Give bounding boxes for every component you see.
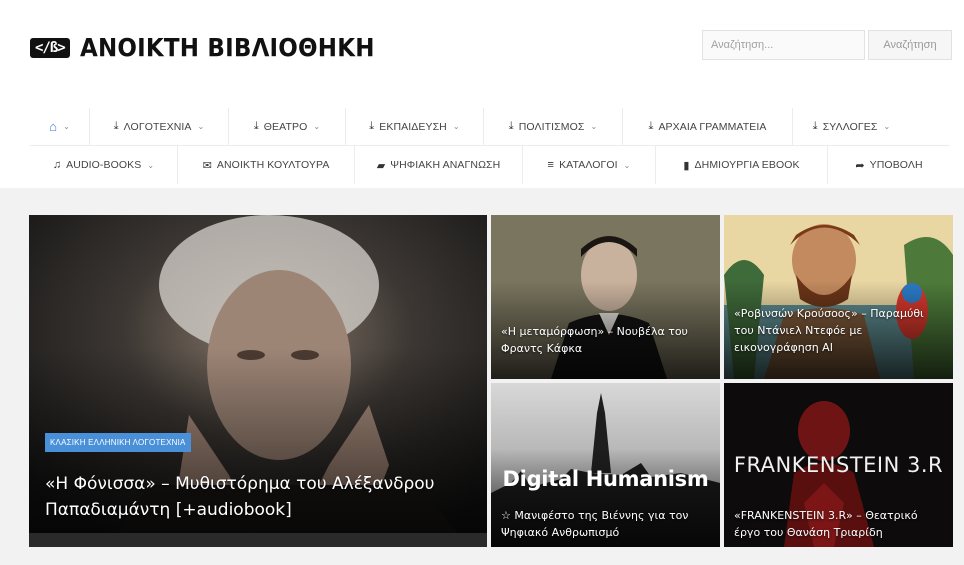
tile-bottom-bar [29,533,487,547]
image-caption-text: Digital Humanism [502,467,709,491]
download-icon: ⤓ [508,120,514,132]
featured-main-tile[interactable]: ΚΛΑΣΙΚΗ ΕΛΛΗΝΙΚΗ ΛΟΓΟΤΕΧΝΙΑ «Η Φόνισσα» … [29,215,487,547]
nav-item-label: ΛΟΓΟΤΕΧΝΙΑ [123,120,192,133]
site-header: </ß> ΑΝΟΙΚΤΗ ΒΙΒΛΙΟΘΗΚΗ Αναζήτηση [0,0,964,100]
nav-row-secondary: ♫ AUDIO-BOOKS ⌄ ✉ ΑΝΟΙΚΤΗ ΚΟΥΛΤΟΥΡΑ ▰ ΨΗΦΙΑΚ… [30,146,950,184]
nav-item-theatre[interactable]: ⤓ ΘΕΑΤΡΟ ⌄ [229,108,346,145]
site-title[interactable]: ΑΝΟΙΚΤΗ ΒΙΒΛΙΟΘΗΚΗ [80,33,375,62]
nav-item-label: ΠΟΛΙΤΙΣΜΟΣ [518,120,585,133]
chevron-down-icon: ⌄ [147,160,155,170]
image-caption-text: FRANKENSTEIN 3.R [733,453,944,477]
featured-tile-metamorphosis[interactable]: «Η μεταμόρφωση» – Νουβέλα του Φραντς Κάφ… [491,215,720,379]
nav-item-culture[interactable]: ⤓ ΠΟΛΙΤΙΣΜΟΣ ⌄ [484,108,623,145]
logo-badge: </ß> [30,37,70,58]
nav-item-label: ΣΥΛΛΟΓΕΣ [822,120,878,133]
tile-title[interactable]: ☆ Μανιφέστο της Βιέννης για τον Ψηφιακό … [501,507,710,541]
featured-grid: ΚΛΑΣΙΚΗ ΕΛΛΗΝΙΚΗ ΛΟΓΟΤΕΧΝΙΑ «Η Φόνισσα» … [29,215,953,547]
nav-item-label: ΥΠΟΒΟΛΗ [869,159,923,171]
download-icon: ⤓ [113,120,119,132]
nav-item-education[interactable]: ⤓ ΕΚΠΑΙΔΕΥΣΗ ⌄ [346,108,484,145]
nav-item-label: AUDIO-BOOKS [66,159,142,171]
nav-item-label: ΑΡΧΑΙΑ ΓΡΑΜΜΑΤΕΙΑ [658,120,767,133]
headphones-icon: ♫ [52,159,62,171]
home-icon: ⌂ [49,119,58,134]
nav-item-ancient-literature[interactable]: ⤓ ΑΡΧΑΙΑ ΓΡΑΜΜΑΤΕΙΑ [623,108,793,145]
list-icon: ≡ [547,159,555,171]
nav-item-catalogues[interactable]: ≡ ΚΑΤΑΛΟΓΟΙ ⌄ [523,146,656,184]
tile-title[interactable]: «Η μεταμόρφωση» – Νουβέλα του Φραντς Κάφ… [501,323,710,357]
nav-item-collections[interactable]: ⤓ ΣΥΛΛΟΓΕΣ ⌄ [793,108,910,145]
nav-item-label: ΑΝΟΙΚΤΗ ΚΟΥΛΤΟΥΡΑ [216,159,330,171]
featured-main-title[interactable]: «Η Φόνισσα» – Μυθιστόρημα του Αλέξανδρου… [45,471,477,523]
nav-row-primary: ⌂ ⌄ ⤓ ΛΟΓΟΤΕΧΝΙΑ ⌄ ⤓ ΘΕΑΤΡΟ ⌄ ⤓ ΕΚΠΑΙΔΕΥΣΗ ⌄ ⤓ Π… [30,108,950,146]
nav-item-create-ebook[interactable]: ▮ ΔΗΜΙΟΥΡΓΙΑ EBOOK [656,146,828,184]
nav-item-digital-reading[interactable]: ▰ ΨΗΦΙΑΚΗ ΑΝΑΓΝΩΣΗ [355,146,523,184]
file-icon: ▮ [683,159,690,172]
search-input[interactable] [702,30,865,60]
chevron-down-icon: ⌄ [452,122,460,131]
site-logo[interactable]: </ß> ΑΝΟΙΚΤΗ ΒΙΒΛΙΟΘΗΚΗ [30,33,400,62]
chevron-down-icon: ⌄ [883,122,891,131]
tile-title[interactable]: «FRANKENSTEIN 3.R» – Θεατρικό έργο του Θ… [734,507,943,541]
book-icon: ▰ [376,159,386,172]
chat-icon: ✉ [202,159,212,172]
chevron-down-icon: ⌄ [623,160,631,170]
download-icon: ⤓ [812,120,818,132]
search-button[interactable]: Αναζήτηση [868,30,952,60]
featured-tile-frankenstein[interactable]: FRANKENSTEIN 3.R «FRANKENSTEIN 3.R» – Θε… [724,383,953,547]
nav-item-audiobooks[interactable]: ♫ AUDIO-BOOKS ⌄ [30,146,178,184]
featured-tile-digital-humanism[interactable]: Digital Humanism ☆ Μανιφέστο της Βιέννης… [491,383,720,547]
chevron-down-icon: ⌄ [197,122,205,131]
nav-item-label: ΕΚΠΑΙΔΕΥΣΗ [379,120,447,133]
download-icon: ⤓ [369,120,375,132]
nav-item-label: ΔΗΜΙΟΥΡΓΙΑ EBOOK [694,159,800,171]
share-icon: ➦ [855,159,865,172]
category-badge[interactable]: ΚΛΑΣΙΚΗ ΕΛΛΗΝΙΚΗ ΛΟΓΟΤΕΧΝΙΑ [45,433,191,452]
nav-item-submit[interactable]: ➦ ΥΠΟΒΟΛΗ [828,146,950,184]
chevron-down-icon: ⌄ [63,122,70,131]
download-icon: ⤓ [253,120,259,132]
nav-item-label: ΨΗΦΙΑΚΗ ΑΝΑΓΝΩΣΗ [390,159,501,171]
featured-tile-robinson-crusoe[interactable]: «Ροβινσών Κρούσοος» – Παραμύθι του Ντάνι… [724,215,953,379]
nav-item-literature[interactable]: ⤓ ΛΟΓΟΤΕΧΝΙΑ ⌄ [90,108,229,145]
nav-item-home[interactable]: ⌂ ⌄ [30,108,90,145]
nav-item-label: ΚΑΤΑΛΟΓΟΙ [559,159,618,171]
chevron-down-icon: ⌄ [313,122,321,131]
chevron-down-icon: ⌄ [590,122,598,131]
download-icon: ⤓ [648,120,654,132]
nav-item-open-culture[interactable]: ✉ ΑΝΟΙΚΤΗ ΚΟΥΛΤΟΥΡΑ [178,146,355,184]
tile-title[interactable]: «Ροβινσών Κρούσοος» – Παραμύθι του Ντάνι… [734,305,943,356]
nav-item-label: ΘΕΑΤΡΟ [263,120,308,133]
